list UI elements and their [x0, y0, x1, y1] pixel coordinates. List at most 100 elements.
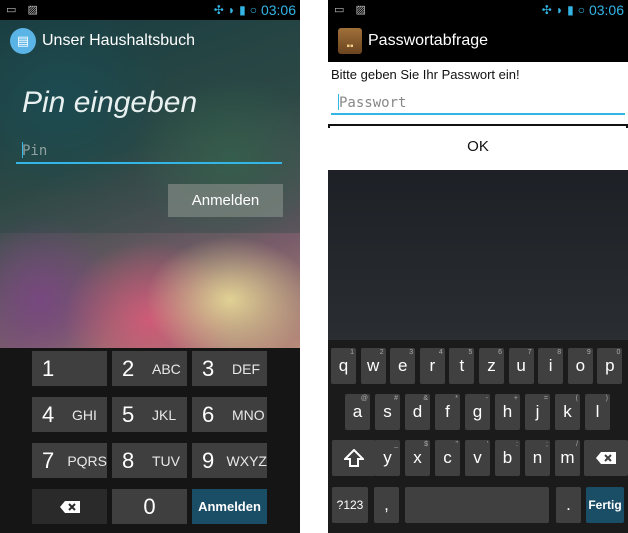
key-b[interactable]: :b [495, 440, 520, 476]
key-j[interactable]: = j [525, 394, 550, 430]
key-label: f [445, 402, 450, 421]
pin-heading: Pin eingeben [22, 86, 198, 119]
key-secondary-label: ( [575, 395, 578, 402]
key-secondary-label: * [455, 395, 458, 402]
key-secondary-label: 3 [409, 349, 414, 356]
key-label: l [595, 402, 600, 421]
key-z[interactable]: 6z [479, 348, 504, 384]
symbols-key[interactable]: ?123 [332, 487, 368, 523]
key-label: q [338, 356, 349, 375]
key-7[interactable]: 7 PQRS [32, 443, 107, 478]
background [328, 170, 628, 340]
key-secondary-label: _ [394, 441, 398, 448]
comma-key[interactable]: , [374, 487, 399, 523]
action-bar: ▪▪ Passwortabfrage [328, 20, 628, 62]
key-t[interactable]: 5t [449, 348, 475, 384]
key-r[interactable]: 4r [419, 348, 445, 384]
key-secondary-label: $ [424, 441, 428, 448]
left-phone-screen: ▭ ▨ ✣ ◗ ▮ ○ 03:06 ▤ Unser Haushaltsbuch … [0, 0, 300, 533]
key-secondary-label: 4 [438, 349, 443, 356]
key-u[interactable]: 7u [508, 348, 534, 384]
wifi-icon: ◗ [555, 3, 564, 17]
key-4[interactable]: 4 GHI [32, 397, 107, 432]
key-secondary-label: # [394, 395, 398, 402]
wifi-icon: ◗ [227, 3, 236, 17]
key-i[interactable]: 8i [538, 348, 564, 384]
key-label: j [535, 402, 540, 421]
key-6[interactable]: 6 MNO [192, 397, 267, 432]
password-input[interactable]: Passwort [331, 89, 625, 115]
key-secondary-label: 2 [379, 349, 384, 356]
key-2[interactable]: 2 ABC [112, 351, 187, 386]
key-secondary-label: 9 [586, 349, 591, 356]
key-secondary-label: ) [605, 395, 608, 402]
key-k[interactable]: (k [555, 394, 580, 430]
done-key[interactable]: Fertig [586, 487, 624, 523]
key-m[interactable]: / m [555, 440, 580, 476]
key-label: t [459, 356, 465, 375]
key-s[interactable]: # s [375, 394, 400, 430]
key-secondary-label: / [576, 441, 578, 448]
key-label: p [605, 356, 615, 375]
key-0[interactable]: 0 [112, 489, 187, 524]
key-f[interactable]: * f [435, 394, 460, 430]
key-9[interactable]: 9 WXYZ [192, 443, 267, 478]
key-5[interactable]: 5 JKL [112, 397, 187, 432]
key-secondary-label: 8 [557, 349, 562, 356]
key-secondary-label: 7 [527, 349, 532, 356]
key-e[interactable]: 3e [390, 348, 416, 384]
battery-icon: ▮ [567, 3, 574, 17]
key-n[interactable]: ; n [525, 440, 550, 476]
key-h[interactable]: + h [495, 394, 520, 430]
key-label: v [473, 448, 482, 467]
backspace-icon [59, 500, 80, 513]
key-p[interactable]: 0p [597, 348, 623, 384]
key-label: k [563, 402, 572, 421]
ledger-book-icon: ▪▪ [338, 28, 362, 54]
notification-icons: ▭ ▨ [6, 4, 42, 16]
action-bar: ▤ Unser Haushaltsbuch [0, 20, 300, 62]
login-button[interactable]: Anmelden [168, 184, 283, 217]
pin-input[interactable]: Pin [16, 138, 282, 164]
key-l[interactable]: ) l [585, 394, 610, 430]
backspace-key[interactable] [32, 489, 107, 524]
vibrate-icon: ✣ [213, 3, 224, 17]
key-v[interactable]: ' v [465, 440, 490, 476]
key-q[interactable]: 1q [331, 348, 356, 384]
key-8[interactable]: 8 TUV [112, 443, 187, 478]
key-label: x [413, 448, 422, 467]
ok-button[interactable]: OK [330, 126, 626, 166]
key-1[interactable]: 1 [32, 351, 107, 386]
password-dialog: Bitte geben Sie Ihr Passwort ein! Passwo… [328, 62, 628, 170]
key-secondary-label: @ [360, 395, 368, 402]
key-d[interactable]: & d [405, 394, 430, 430]
key-y[interactable]: _ y [375, 440, 400, 476]
right-phone-screen: ▭ ▨ ✣ ◗ ▮ ○ 03:06 ▪▪ Passwortabfrage Bit… [328, 0, 628, 533]
key-x[interactable]: $ x [405, 440, 430, 476]
key-secondary-label: ' [486, 441, 488, 448]
key-g[interactable]: -g [465, 394, 490, 430]
shift-arrow-icon [344, 449, 364, 467]
key-secondary-label: ; [546, 441, 548, 448]
numpad-login-key[interactable]: Anmelden [192, 489, 267, 524]
key-label: y [383, 448, 392, 467]
key-label: o [575, 356, 586, 375]
key-a[interactable]: @ a [345, 394, 370, 430]
key-label: g [472, 402, 483, 421]
shift-key[interactable] [332, 440, 376, 476]
key-c[interactable]: " c [435, 440, 460, 476]
key-w[interactable]: 2w [360, 348, 386, 384]
key-secondary-label: 5 [468, 349, 473, 356]
sync-icon: ○ [249, 3, 257, 17]
space-key[interactable] [405, 487, 549, 523]
period-key[interactable]: . [556, 487, 581, 523]
key-secondary-label: 6 [498, 349, 502, 356]
key-label: n [532, 448, 543, 467]
backspace-key[interactable] [584, 440, 628, 476]
status-bar: ▭ ▨ ✣ ◗ ▮ ○ 03:06 [328, 0, 628, 20]
key-o[interactable]: 9o [567, 348, 593, 384]
clock: 03:06 [588, 2, 624, 18]
key-secondary-label: & [423, 395, 428, 402]
key-label: c [443, 448, 452, 467]
key-3[interactable]: 3 DEF [192, 351, 267, 386]
